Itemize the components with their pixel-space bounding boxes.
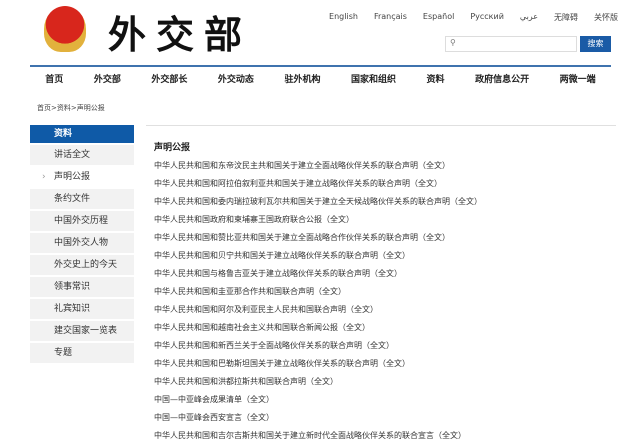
sidebar-item[interactable]: 中国外交人物 xyxy=(30,233,134,253)
breadcrumb[interactable]: 首页>资料>声明公报 xyxy=(37,103,105,113)
language-bar: English Français Español Русский عربي 无障碍 关怀版 xyxy=(329,12,618,23)
statement-link[interactable]: 中华人民共和国政府和柬埔寨王国政府联合公报（全文） xyxy=(146,211,616,229)
content-title: 声明公报 xyxy=(154,143,191,153)
statement-link[interactable]: 中华人民共和国和阿尔及利亚民主人民共和国联合声明（全文） xyxy=(146,301,616,319)
statement-link[interactable]: 中华人民共和国和洪都拉斯共和国联合声明（全文） xyxy=(146,373,616,391)
ministry-logo: 外交部 xyxy=(108,12,253,57)
sidebar-item[interactable]: 声明公报 xyxy=(30,167,134,187)
language-link[interactable]: Français xyxy=(374,12,407,23)
sidebar-item[interactable]: 中国外交历程 xyxy=(30,211,134,231)
statement-link[interactable]: 中国—中亚峰会成果清单（全文） xyxy=(146,391,616,409)
language-link[interactable]: 无障碍 xyxy=(554,12,578,23)
main-nav: 首页 外交部 外交部长 外交动态 驻外机构 国家和组织 资料 政府信息公开 两微一端 xyxy=(30,72,611,88)
statement-link[interactable]: 中华人民共和国和贝宁共和国关于建立战略伙伴关系的联合声明（全文） xyxy=(146,247,616,265)
sidebar-item[interactable]: 礼宾知识 xyxy=(30,299,134,319)
statement-link[interactable]: 中华人民共和国和吉尔吉斯共和国关于建立新时代全面战略伙伴关系的联合宣言（全文） xyxy=(146,427,616,445)
nav-item[interactable]: 外交部 xyxy=(94,72,121,88)
search-input[interactable]: ⚲ xyxy=(445,36,577,52)
nav-item[interactable]: 首页 xyxy=(45,72,63,88)
nav-item[interactable]: 驻外机构 xyxy=(284,72,320,88)
statement-link[interactable]: 中华人民共和国与格鲁吉亚关于建立战略伙伴关系的联合声明（全文） xyxy=(146,265,616,283)
sidebar-header[interactable]: 资料 xyxy=(30,125,134,143)
language-link[interactable]: Español xyxy=(423,12,454,23)
national-emblem-logo xyxy=(44,6,86,52)
nav-item[interactable]: 两微一端 xyxy=(560,72,596,88)
search-icon: ⚲ xyxy=(450,38,456,47)
statement-link[interactable]: 中华人民共和国和东帝汶民主共和国关于建立全面战略伙伴关系的联合声明（全文） xyxy=(146,157,616,175)
sidebar-item[interactable]: 外交史上的今天 xyxy=(30,255,134,275)
statement-link[interactable]: 中华人民共和国和越南社会主义共和国联合新闻公报（全文） xyxy=(146,319,616,337)
language-link[interactable]: 关怀版 xyxy=(594,12,618,23)
sidebar-item[interactable]: 专题 xyxy=(30,343,134,363)
nav-item[interactable]: 外交部长 xyxy=(151,72,187,88)
statement-link[interactable]: 中国—中亚峰会西安宣言（全文） xyxy=(146,409,616,427)
header-divider xyxy=(30,65,611,67)
nav-item[interactable]: 政府信息公开 xyxy=(475,72,529,88)
language-link[interactable]: English xyxy=(329,12,358,23)
sidebar-item[interactable]: 领事常识 xyxy=(30,277,134,297)
statement-link[interactable]: 中华人民共和国和委内瑞拉玻利瓦尔共和国关于建立全天候战略伙伴关系的联合声明（全文… xyxy=(146,193,616,211)
language-link[interactable]: Русский xyxy=(470,12,504,23)
statement-link[interactable]: 中华人民共和国和阿拉伯叙利亚共和国关于建立战略伙伴关系的联合声明（全文） xyxy=(146,175,616,193)
search-button[interactable]: 搜索 xyxy=(580,36,611,52)
nav-item[interactable]: 资料 xyxy=(427,72,445,88)
statement-link[interactable]: 中华人民共和国和赞比亚共和国关于建立全面战略合作伙伴关系的联合声明（全文） xyxy=(146,229,616,247)
sidebar: 资料 讲话全文声明公报条约文件中国外交历程中国外交人物外交史上的今天领事常识礼宾… xyxy=(30,125,134,363)
statement-link[interactable]: 中华人民共和国和新西兰关于全面战略伙伴关系的联合声明（全文） xyxy=(146,337,616,355)
statement-link[interactable]: 中华人民共和国和圭亚那合作共和国联合声明（全文） xyxy=(146,283,616,301)
statement-link[interactable]: 中华人民共和国和巴勒斯坦国关于建立战略伙伴关系的联合声明（全文） xyxy=(146,355,616,373)
nav-item[interactable]: 外交动态 xyxy=(218,72,254,88)
language-link[interactable]: عربي xyxy=(520,12,538,23)
content-panel: 声明公报 中华人民共和国和东帝汶民主共和国关于建立全面战略伙伴关系的联合声明（全… xyxy=(146,125,616,445)
nav-item[interactable]: 国家和组织 xyxy=(351,72,396,88)
sidebar-item[interactable]: 建交国家一览表 xyxy=(30,321,134,341)
sidebar-item[interactable]: 条约文件 xyxy=(30,189,134,209)
sidebar-item[interactable]: 讲话全文 xyxy=(30,145,134,165)
